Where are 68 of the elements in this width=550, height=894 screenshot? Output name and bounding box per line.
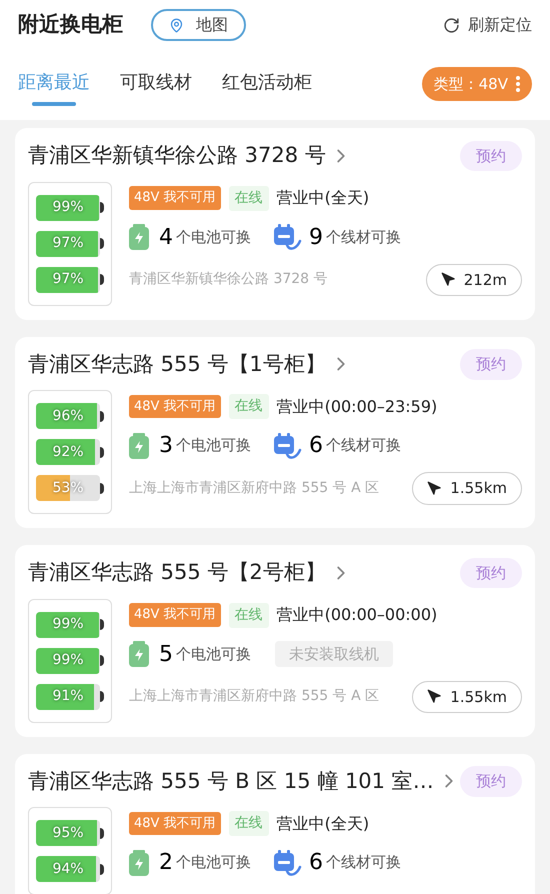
refresh-icon [443, 16, 460, 34]
cabinet-name: 青浦区华志路 555 号【1号柜】 [28, 350, 326, 378]
tab[interactable]: 红包活动柜 [222, 62, 312, 106]
navigation-icon [427, 480, 442, 496]
battery-count: 2 [159, 849, 173, 877]
business-hours: 营业中(00:00–00:00) [276, 604, 438, 626]
warning-tag: 48V 我不可用 [129, 603, 221, 627]
online-tag: 在线 [228, 811, 269, 836]
business-hours: 营业中(全天) [276, 812, 370, 834]
battery-label: 个电池可换 [176, 226, 251, 248]
map-button[interactable]: 地图 [151, 9, 246, 41]
location-pin-icon [169, 18, 184, 32]
battery-icon [129, 641, 149, 667]
battery-percent: 92% [52, 442, 84, 462]
battery-icon [129, 224, 149, 250]
cabinet-card[interactable]: 青浦区华志路 555 号【2号柜】 预约 99% 99% 91% 48V 我不可用 在线 营业中(00:00–00:00) 5 个电池可换 未安装取线机 上海上海市青浦区新府中路 555 号 A 区 1.55km [15, 545, 535, 736]
battery-percent: 99% [52, 198, 84, 217]
battery-percent: 99% [52, 651, 84, 670]
navigation-icon [440, 272, 456, 288]
cable-label: 个线材可换 [326, 852, 401, 874]
battery-percent: 95% [52, 824, 84, 842]
battery-label: 个电池可换 [176, 852, 251, 874]
cabinet-name: 青浦区华新镇华徐公路 3728 号 [28, 142, 326, 169]
battery-count: 3 [159, 432, 173, 460]
distance-button[interactable]: 1.55km [412, 680, 522, 713]
navigation-icon [427, 689, 442, 704]
cable-count: 9 [309, 224, 323, 252]
cable-count: 6 [309, 849, 323, 877]
battery-label: 个电池可换 [176, 644, 251, 665]
battery-count: 4 [159, 224, 173, 252]
charger-icon [273, 432, 303, 458]
cabinet-card[interactable]: 青浦区华志路 555 号 B 区 15 幢 101 室… 预约 95% 94% 48V 我不可用 在线 营业中(全天) 2 个电池可换 6 个线材可换 [15, 754, 535, 894]
battery-icon [129, 850, 149, 876]
refresh-location-button[interactable]: 刷新定位 [443, 13, 532, 37]
battery-percent: 97% [52, 270, 84, 289]
battery-percent: 96% [52, 406, 84, 426]
cabinet-address: 青浦区华新镇华徐公路 3728 号 [129, 270, 328, 290]
battery-percent: 99% [52, 615, 84, 634]
online-tag: 在线 [228, 186, 269, 210]
battery-count: 5 [159, 640, 173, 668]
cable-label: 个线材可换 [326, 226, 401, 248]
cabinet-address: 上海上海市青浦区新府中路 555 号 A 区 [129, 687, 380, 706]
cabinet-card[interactable]: 青浦区华新镇华徐公路 3728 号 预约 99% 97% 97% 48V 我不可用 在线 营业中(全天) 4 个电池可换 9 个线材可换 青浦区华新镇华徐公路 3728 号 212m [15, 128, 535, 320]
more-icon [516, 76, 520, 92]
cabinet-name: 青浦区华志路 555 号【2号柜】 [28, 559, 326, 586]
cabinet-name: 青浦区华志路 555 号 B 区 15 幢 101 室… [28, 768, 434, 794]
battery-icon [129, 432, 149, 458]
online-tag: 在线 [228, 602, 269, 628]
business-hours: 营业中(00:00–23:59) [276, 396, 438, 418]
charger-icon [273, 224, 303, 250]
battery-percent: 94% [52, 860, 84, 878]
warning-tag: 48V 我不可用 [129, 186, 221, 210]
online-tag: 在线 [228, 394, 269, 419]
warning-tag: 48V 我不可用 [129, 394, 221, 418]
charger-icon [273, 850, 303, 876]
cabinet-address: 上海上海市青浦区新府中路 555 号 A 区 [129, 478, 380, 498]
tab[interactable]: 可取线材 [120, 62, 192, 106]
battery-percent: 91% [52, 687, 84, 706]
distance-button[interactable]: 212m [426, 264, 522, 296]
business-hours: 营业中(全天) [276, 187, 370, 209]
page-title: 附近换电柜 [18, 11, 123, 38]
warning-tag: 48V 我不可用 [129, 812, 221, 836]
cable-count: 6 [309, 432, 323, 460]
battery-percent: 97% [52, 234, 84, 253]
cable-label: 个线材可换 [326, 435, 401, 456]
distance-button[interactable]: 1.55km [412, 472, 522, 504]
battery-label: 个电池可换 [176, 435, 251, 456]
not-installed-tag: 未安装取线机 [275, 640, 393, 668]
